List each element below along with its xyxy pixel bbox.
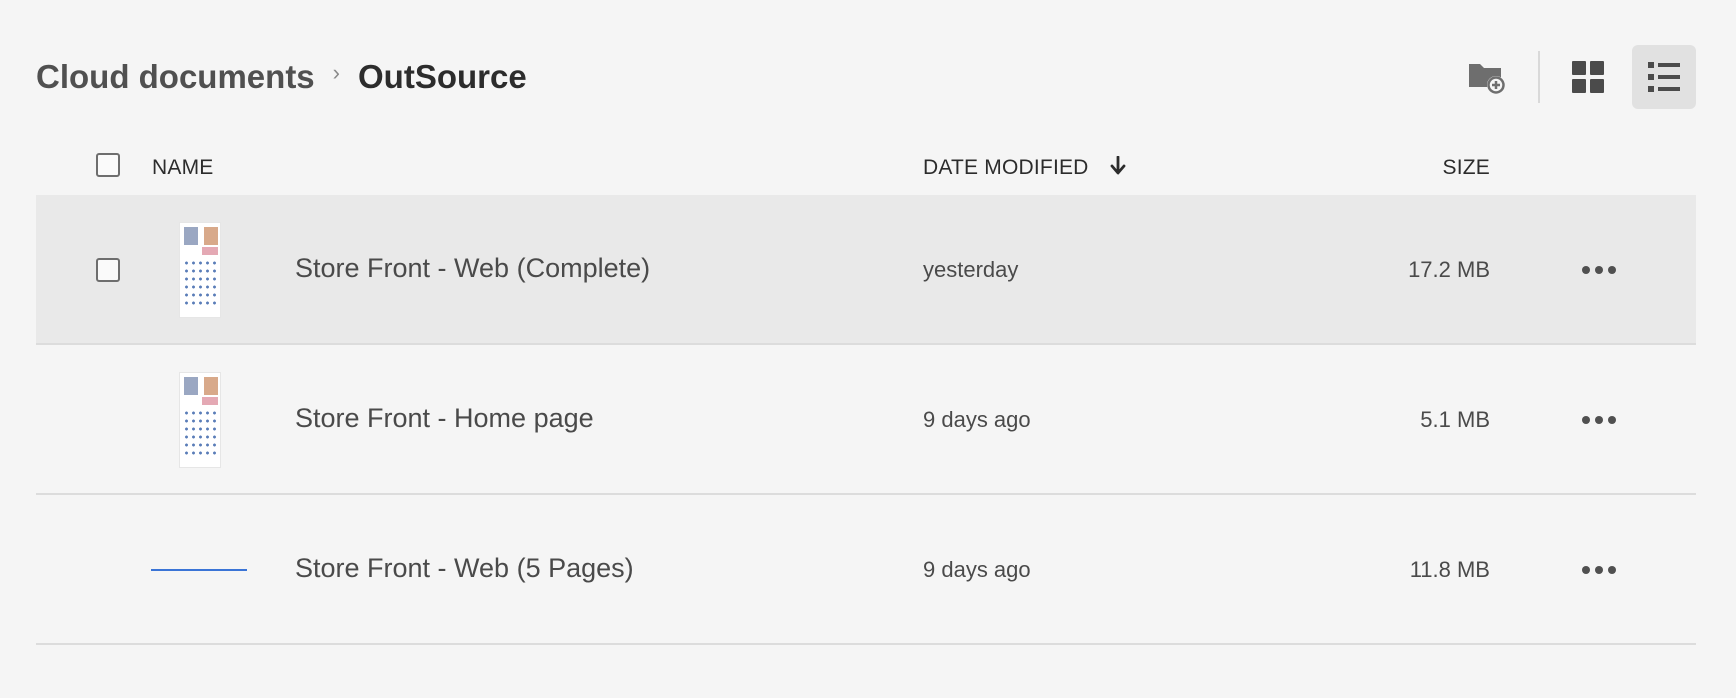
file-thumbnail	[179, 222, 221, 318]
more-horizontal-icon	[1582, 416, 1616, 424]
file-size: 11.8 MB	[1409, 557, 1490, 582]
grid-view-button[interactable]	[1556, 45, 1620, 109]
more-actions-button[interactable]	[1577, 253, 1621, 287]
more-horizontal-icon	[1582, 266, 1616, 274]
more-actions-button[interactable]	[1577, 553, 1621, 587]
file-date-modified: 9 days ago	[923, 407, 1031, 432]
header: Cloud documents › OutSource	[36, 44, 1696, 110]
file-name[interactable]: Store Front - Home page	[295, 403, 594, 434]
list-view-button[interactable]	[1632, 45, 1696, 109]
file-name[interactable]: Store Front - Web (Complete)	[295, 253, 650, 284]
more-actions-button[interactable]	[1577, 403, 1621, 437]
toolbar-divider	[1538, 51, 1540, 103]
column-header-date-modified[interactable]: DATE MODIFIED	[923, 155, 1127, 180]
file-name[interactable]: Store Front - Web (5 Pages)	[295, 553, 634, 584]
table-row[interactable]: Store Front - Web (5 Pages) 9 days ago 1…	[36, 495, 1696, 645]
file-thumbnail	[179, 372, 221, 468]
grid-view-icon	[1572, 61, 1604, 93]
file-size: 5.1 MB	[1420, 407, 1490, 432]
breadcrumb-parent-link[interactable]: Cloud documents	[36, 58, 315, 96]
table-header: NAME DATE MODIFIED SIZE	[36, 136, 1696, 195]
view-toolbar	[1454, 44, 1696, 110]
list-view-icon	[1648, 62, 1680, 92]
file-date-modified: yesterday	[923, 257, 1019, 282]
table-row[interactable]: Store Front - Web (Complete) yesterday 1…	[36, 195, 1696, 345]
arrow-down-icon	[1110, 155, 1125, 175]
column-header-date-label: DATE MODIFIED	[923, 156, 1089, 179]
breadcrumb-current: OutSource	[358, 58, 527, 95]
file-date-modified: 9 days ago	[923, 557, 1031, 582]
file-size: 17.2 MB	[1408, 257, 1490, 282]
row-checkbox[interactable]	[96, 258, 120, 282]
folder-plus-icon	[1469, 64, 1505, 94]
new-folder-button[interactable]	[1454, 45, 1518, 109]
file-thumbnail	[151, 569, 247, 571]
chevron-right-icon: ›	[332, 60, 340, 85]
file-table: NAME DATE MODIFIED SIZE Store Front - We…	[36, 136, 1696, 645]
column-header-size[interactable]: SIZE	[1443, 156, 1490, 180]
table-row[interactable]: Store Front - Home page 9 days ago 5.1 M…	[36, 345, 1696, 495]
select-all-checkbox[interactable]	[96, 153, 120, 177]
breadcrumb: Cloud documents › OutSource	[36, 44, 1696, 110]
column-header-name[interactable]: NAME	[152, 156, 213, 180]
more-horizontal-icon	[1582, 566, 1616, 574]
